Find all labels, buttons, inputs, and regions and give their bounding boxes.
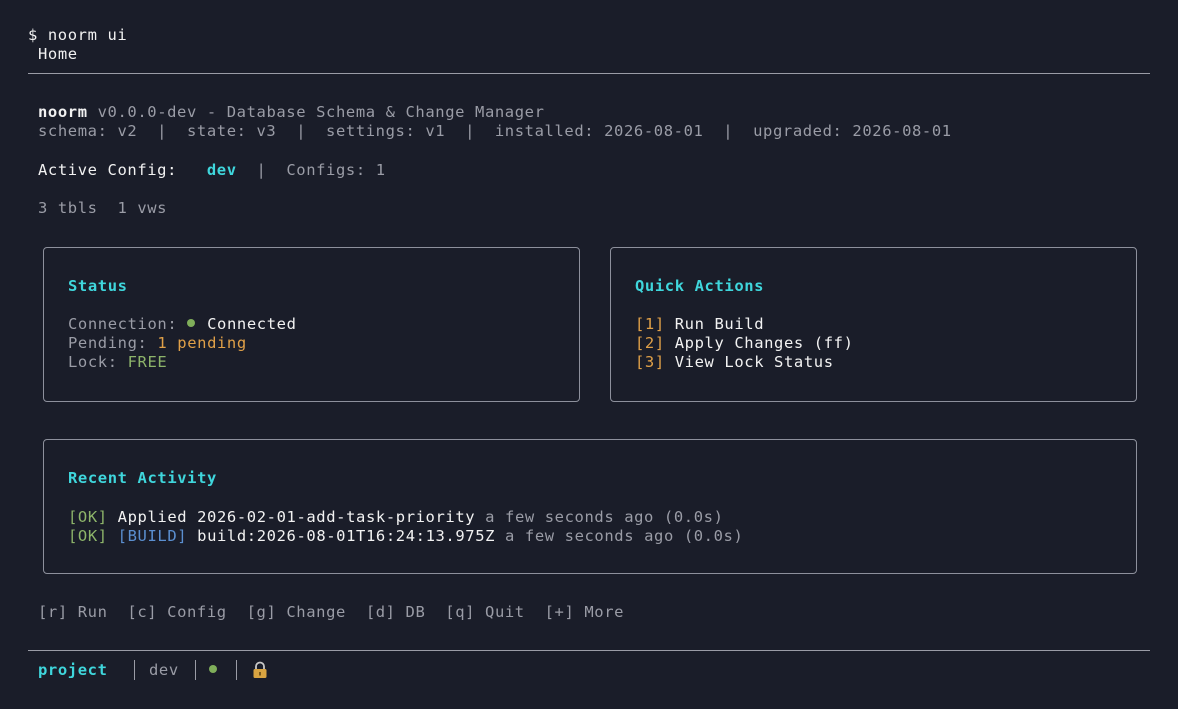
activity-time: a few seconds ago (0.0s) — [475, 508, 724, 526]
status-panel: Status Connection: Connected Pending: 1 … — [43, 247, 580, 402]
quick-action-label: View Lock Status — [674, 353, 834, 371]
header-divider — [28, 73, 1150, 74]
statusbar-separator — [195, 660, 196, 680]
statusbar-connection — [209, 661, 219, 680]
shortcut-db[interactable]: [d] DB — [366, 603, 426, 621]
activity-tag: [BUILD] — [117, 527, 188, 545]
statusbar-separator — [134, 660, 135, 680]
shortcut-quit[interactable]: [q] Quit — [445, 603, 524, 621]
quick-actions-title: Quick Actions — [635, 277, 765, 295]
quick-action-key: [3] — [635, 353, 665, 371]
statusbar-project: project — [38, 661, 108, 679]
command-prompt: $ noorm ui — [28, 26, 128, 44]
active-config-value[interactable]: dev — [207, 161, 237, 179]
shortcut-more[interactable]: [+] More — [545, 603, 624, 621]
app-name: noorm — [38, 103, 88, 121]
activity-text: Applied 2026-02-01-add-task-priority — [117, 508, 476, 526]
pending-label: Pending: — [68, 334, 148, 352]
quick-action-view-lock[interactable]: [3] View Lock Status — [635, 353, 834, 372]
active-config-line: Active Config: dev | Configs: 1 — [38, 161, 386, 180]
status-dot-icon — [209, 665, 217, 673]
activity-text: build:2026-08-01T16:24:13.975Z — [197, 527, 496, 545]
shortcut-bar: [r] Run [c] Config [g] Change [d] DB [q]… — [38, 603, 624, 622]
activity-status: [OK] — [68, 527, 108, 545]
pending-row: Pending: 1 pending — [68, 334, 247, 353]
quick-action-label: Apply Changes (ff) — [674, 334, 854, 352]
shortcut-run[interactable]: [r] Run — [38, 603, 108, 621]
connection-value: Connected — [207, 315, 297, 333]
connection-row: Connection: Connected — [68, 315, 297, 334]
statusbar-divider — [28, 650, 1150, 651]
activity-status: [OK] — [68, 508, 108, 526]
pending-value: 1 pending — [157, 334, 247, 352]
connection-label: Connection: — [68, 315, 178, 333]
breadcrumb: Home — [38, 45, 78, 63]
shortcut-config[interactable]: [c] Config — [127, 603, 226, 621]
quick-actions-panel: Quick Actions [1] Run Build [2] Apply Ch… — [610, 247, 1137, 402]
app-version: v0.0.0-dev - Database Schema & Change Ma… — [87, 103, 545, 121]
recent-activity-panel: Recent Activity [OK] Applied 2026-02-01-… — [43, 439, 1137, 574]
lock-icon — [253, 661, 267, 678]
quick-action-apply-changes[interactable]: [2] Apply Changes (ff) — [635, 334, 854, 353]
quick-action-key: [1] — [635, 315, 665, 333]
quick-action-key: [2] — [635, 334, 665, 352]
statusbar-separator — [236, 660, 237, 680]
activity-time: a few seconds ago (0.0s) — [495, 527, 744, 545]
quick-action-label: Run Build — [674, 315, 765, 333]
lock-row: Lock: FREE — [68, 353, 167, 372]
app-title-line: noorm v0.0.0-dev - Database Schema & Cha… — [38, 103, 545, 122]
config-count: Configs: 1 — [286, 161, 386, 179]
lock-value: FREE — [127, 353, 168, 371]
activity-row: [OK] Applied 2026-02-01-add-task-priorit… — [68, 508, 724, 527]
active-config-label: Active Config: — [38, 161, 178, 179]
statusbar-config: dev — [149, 661, 179, 679]
config-separator: | — [256, 161, 267, 179]
recent-activity-title: Recent Activity — [68, 469, 217, 487]
activity-row: [OK] [BUILD] build:2026-08-01T16:24:13.9… — [68, 527, 743, 546]
db-counts: 3 tbls 1 vws — [38, 199, 168, 217]
status-panel-title: Status — [68, 277, 128, 295]
shortcut-change[interactable]: [g] Change — [247, 603, 346, 621]
lock-label: Lock: — [68, 353, 118, 371]
status-dot-icon — [187, 319, 196, 327]
meta-line: schema: v2 | state: v3 | settings: v1 | … — [38, 122, 952, 140]
quick-action-run-build[interactable]: [1] Run Build — [635, 315, 764, 334]
